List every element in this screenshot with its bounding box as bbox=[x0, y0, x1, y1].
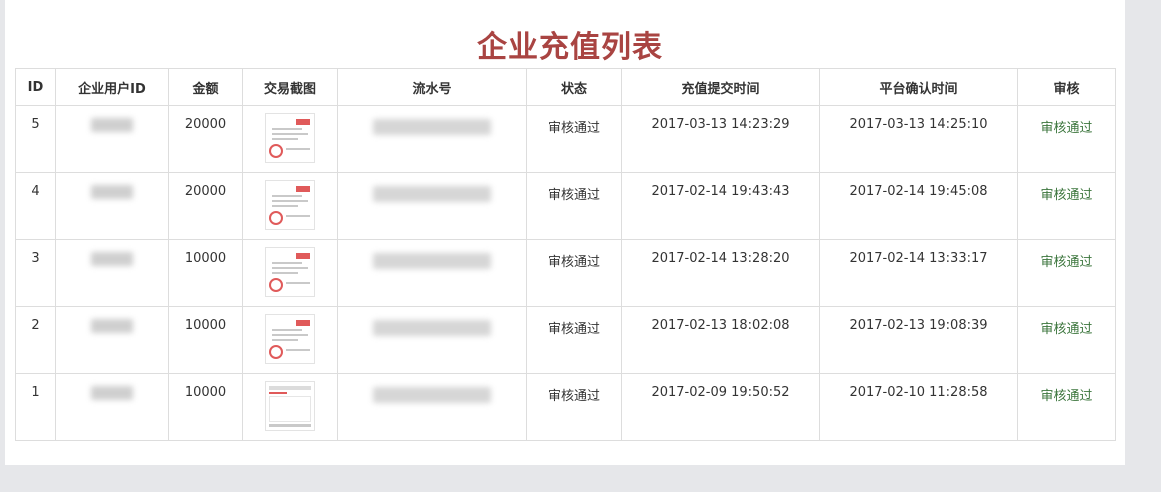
cell-confirm-time: 2017-02-14 13:33:17 bbox=[819, 239, 1018, 307]
header-audit: 审核 bbox=[1017, 68, 1116, 106]
redacted-serial bbox=[373, 253, 491, 269]
cell-serial bbox=[337, 306, 527, 374]
redacted-user-id bbox=[91, 386, 133, 400]
audit-link[interactable]: 审核通过 bbox=[1040, 255, 1092, 270]
header-enterprise-user-id: 企业用户ID bbox=[55, 68, 169, 106]
header-id: ID bbox=[15, 68, 56, 106]
cell-submit-time: 2017-02-14 19:43:43 bbox=[621, 172, 820, 240]
redacted-user-id bbox=[91, 118, 133, 132]
table-header-row: ID 企业用户ID 金额 交易截图 流水号 状态 充值提交时间 平台确认时间 审… bbox=[15, 68, 1116, 106]
audit-link[interactable]: 审核通过 bbox=[1040, 121, 1092, 136]
cell-user-id bbox=[55, 172, 169, 240]
cell-amount: 10000 bbox=[168, 373, 243, 441]
page-title: 企业充值列表 bbox=[477, 30, 663, 65]
table-row: 2 10000 审核通过 2017-02-13 18:02:08 2017-02… bbox=[15, 306, 1116, 374]
cell-submit-time: 2017-02-14 13:28:20 bbox=[621, 239, 820, 307]
cell-amount: 20000 bbox=[168, 105, 243, 173]
cell-screenshot bbox=[242, 373, 338, 441]
cell-id: 1 bbox=[15, 373, 56, 441]
recharge-table: ID 企业用户ID 金额 交易截图 流水号 状态 充值提交时间 平台确认时间 审… bbox=[15, 68, 1116, 441]
audit-link[interactable]: 审核通过 bbox=[1040, 322, 1092, 337]
cell-serial bbox=[337, 172, 527, 240]
receipt-thumbnail[interactable] bbox=[265, 381, 315, 431]
cell-amount: 20000 bbox=[168, 172, 243, 240]
content-panel: 企业充值列表 ID 企业用户ID 金额 交易截图 流水号 状态 充值提交时间 平… bbox=[5, 0, 1125, 465]
redacted-serial bbox=[373, 320, 491, 336]
cell-user-id bbox=[55, 373, 169, 441]
receipt-thumbnail[interactable] bbox=[265, 247, 315, 297]
cell-amount: 10000 bbox=[168, 306, 243, 374]
cell-id: 5 bbox=[15, 105, 56, 173]
redacted-user-id bbox=[91, 319, 133, 333]
audit-link[interactable]: 审核通过 bbox=[1040, 188, 1092, 203]
header-submit-time: 充值提交时间 bbox=[621, 68, 820, 106]
cell-screenshot bbox=[242, 239, 338, 307]
header-screenshot: 交易截图 bbox=[242, 68, 338, 106]
audit-link[interactable]: 审核通过 bbox=[1040, 389, 1092, 404]
cell-id: 3 bbox=[15, 239, 56, 307]
cell-audit: 审核通过 bbox=[1017, 373, 1116, 441]
cell-status: 审核通过 bbox=[526, 373, 622, 441]
cell-audit: 审核通过 bbox=[1017, 105, 1116, 173]
cell-user-id bbox=[55, 306, 169, 374]
cell-serial bbox=[337, 373, 527, 441]
cell-user-id bbox=[55, 105, 169, 173]
redacted-user-id bbox=[91, 185, 133, 199]
cell-id: 2 bbox=[15, 306, 56, 374]
cell-status: 审核通过 bbox=[526, 172, 622, 240]
receipt-thumbnail[interactable] bbox=[265, 180, 315, 230]
header-confirm-time: 平台确认时间 bbox=[819, 68, 1018, 106]
header-amount: 金额 bbox=[168, 68, 243, 106]
redacted-serial bbox=[373, 186, 491, 202]
cell-status: 审核通过 bbox=[526, 306, 622, 374]
cell-submit-time: 2017-02-09 19:50:52 bbox=[621, 373, 820, 441]
cell-confirm-time: 2017-03-13 14:25:10 bbox=[819, 105, 1018, 173]
cell-id: 4 bbox=[15, 172, 56, 240]
cell-screenshot bbox=[242, 105, 338, 173]
cell-audit: 审核通过 bbox=[1017, 306, 1116, 374]
table-row: 3 10000 审核通过 2017-02-14 13:28:20 2017-02… bbox=[15, 239, 1116, 307]
cell-amount: 10000 bbox=[168, 239, 243, 307]
header-serial-number: 流水号 bbox=[337, 68, 527, 106]
cell-confirm-time: 2017-02-14 19:45:08 bbox=[819, 172, 1018, 240]
table-row: 1 10000 审核通过 2017-02-09 19:50:52 2017-02… bbox=[15, 373, 1116, 441]
cell-status: 审核通过 bbox=[526, 239, 622, 307]
receipt-thumbnail[interactable] bbox=[265, 113, 315, 163]
cell-serial bbox=[337, 239, 527, 307]
cell-audit: 审核通过 bbox=[1017, 172, 1116, 240]
cell-screenshot bbox=[242, 172, 338, 240]
redacted-serial bbox=[373, 119, 491, 135]
cell-submit-time: 2017-02-13 18:02:08 bbox=[621, 306, 820, 374]
cell-confirm-time: 2017-02-10 11:28:58 bbox=[819, 373, 1018, 441]
table-row: 5 20000 审核通过 2017-03-13 14:23:29 2017-03… bbox=[15, 105, 1116, 173]
redacted-serial bbox=[373, 387, 491, 403]
redacted-user-id bbox=[91, 252, 133, 266]
cell-status: 审核通过 bbox=[526, 105, 622, 173]
cell-confirm-time: 2017-02-13 19:08:39 bbox=[819, 306, 1018, 374]
cell-audit: 审核通过 bbox=[1017, 239, 1116, 307]
table-row: 4 20000 审核通过 2017-02-14 19:43:43 2017-02… bbox=[15, 172, 1116, 240]
cell-submit-time: 2017-03-13 14:23:29 bbox=[621, 105, 820, 173]
header-status: 状态 bbox=[526, 68, 622, 106]
cell-screenshot bbox=[242, 306, 338, 374]
cell-user-id bbox=[55, 239, 169, 307]
cell-serial bbox=[337, 105, 527, 173]
receipt-thumbnail[interactable] bbox=[265, 314, 315, 364]
